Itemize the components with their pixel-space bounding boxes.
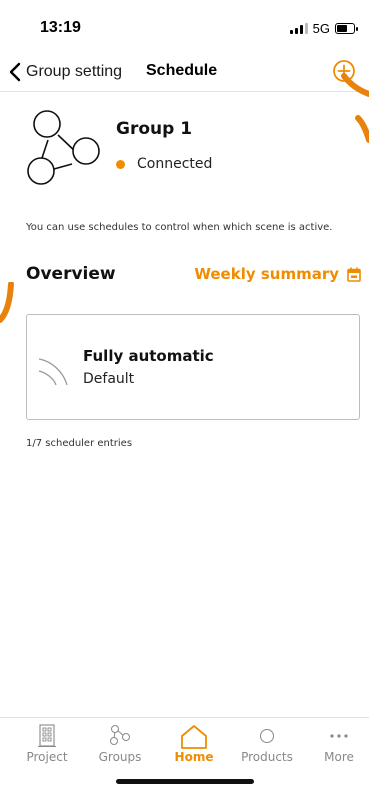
group-name: Group 1 (116, 119, 193, 139)
tab-home-label: Home (174, 750, 214, 764)
home-indicator (116, 779, 254, 784)
calendar-icon (347, 267, 361, 282)
back-button[interactable]: Group setting (8, 60, 122, 84)
back-label: Group setting (26, 63, 123, 80)
dots-icon (330, 734, 348, 738)
pointer-arrow-overlay (341, 73, 369, 143)
status-bar: 13:19 5G (0, 0, 369, 56)
weekly-summary-label: Weekly summary (194, 265, 339, 283)
tab-groups[interactable]: Groups (83, 718, 157, 768)
schedule-title: Fully automatic (83, 347, 214, 365)
tab-products-label: Products (241, 750, 293, 764)
chevron-left-icon (9, 62, 21, 82)
building-icon (38, 724, 56, 748)
weekly-summary-link[interactable]: Weekly summary (194, 265, 361, 283)
status-indicators: 5G (289, 21, 358, 36)
network-type: 5G (312, 21, 330, 36)
overview-heading: Overview (26, 264, 116, 284)
tab-products[interactable]: Products (230, 718, 304, 768)
tab-more[interactable]: More (302, 718, 369, 768)
tab-project[interactable]: Project (10, 718, 84, 768)
circle-icon (260, 729, 274, 743)
navigation-bar: Group setting Schedule (0, 56, 369, 92)
schedule-card[interactable]: Fully automatic Default (26, 314, 360, 420)
tab-home[interactable]: Home (157, 718, 231, 768)
schedule-subtitle: Default (83, 371, 135, 387)
automatic-arc-icon (38, 358, 68, 386)
tab-groups-label: Groups (98, 750, 142, 764)
tab-project-label: Project (26, 750, 68, 764)
tab-more-label: More (324, 750, 354, 764)
status-time: 13:19 (40, 19, 81, 36)
entries-count: 1/7 scheduler entries (26, 438, 133, 449)
status-dot-icon (116, 159, 125, 169)
info-text: You can use schedules to control when wh… (26, 222, 333, 233)
pointer-arrow-overlay-left (0, 282, 14, 323)
status-label: Connected (137, 156, 213, 172)
signal-icon (289, 23, 308, 34)
groups-icon (110, 725, 130, 745)
home-icon (181, 725, 207, 749)
connection-status: Connected (116, 156, 212, 172)
page-title: Schedule (146, 62, 218, 79)
battery-icon (335, 23, 358, 34)
group-network-icon (27, 110, 100, 185)
